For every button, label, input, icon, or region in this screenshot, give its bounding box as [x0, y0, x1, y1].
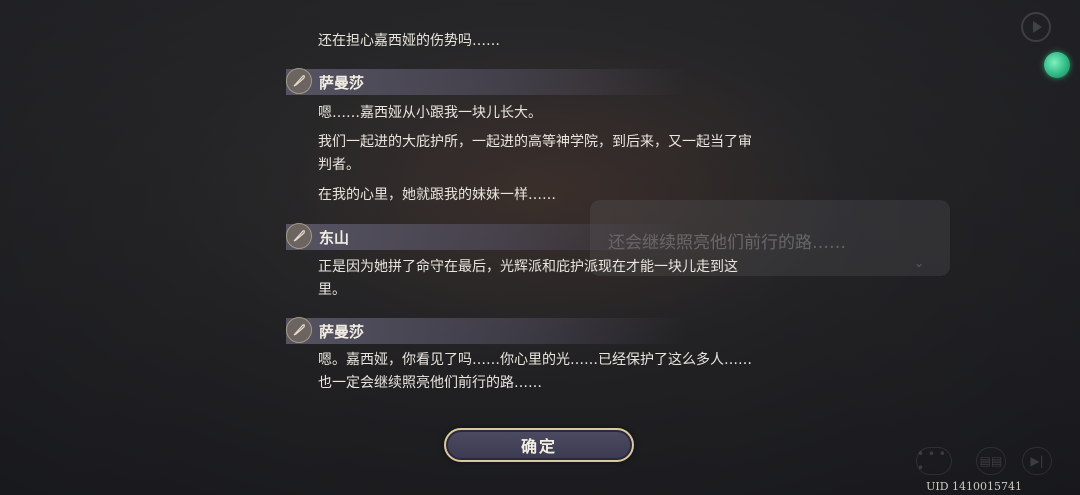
log-line: 在我的心里，她就跟我的妹妹一样……: [318, 187, 556, 203]
log-line: 还在担心嘉西娅的伤势吗……: [318, 33, 500, 49]
quill-icon: [286, 68, 312, 94]
speaker-name: 东山: [319, 229, 350, 247]
uid-label: UID 1410015741: [926, 480, 1022, 493]
log-line: 嗯。嘉西娅，你看见了吗……你心里的光……已经保护了这么多人……也一定会继续照亮他…: [318, 352, 752, 391]
speaker-bar: 萨曼莎: [286, 317, 686, 344]
quill-icon: [286, 223, 312, 249]
log-line: 我们一起进的大庇护所，一起进的高等神学院，到后来，又一起当了审判者。: [318, 134, 752, 173]
log-line: 正是因为她拼了命守在最后，光辉派和庇护派现在才能一块儿走到这里。: [318, 259, 738, 298]
speaker-bar: 东山: [286, 223, 686, 250]
log-line: 嗯……嘉西娅从小跟我一块儿长大。: [318, 105, 542, 121]
speaker-bar: 萨曼莎: [286, 68, 686, 95]
speaker-name: 萨曼莎: [319, 323, 365, 341]
quill-icon: [286, 317, 312, 343]
speaker-name: 萨曼莎: [319, 74, 365, 92]
skip-button[interactable]: ▶|: [1022, 447, 1052, 475]
log-button[interactable]: ▤▤: [976, 447, 1006, 475]
confirm-button[interactable]: 确定: [444, 428, 634, 462]
dialogue-log: 还在担心嘉西娅的伤势吗…… 萨曼莎 嗯……嘉西娅从小跟我一块儿长大。 我们一起进…: [0, 0, 1080, 495]
auto-play-button[interactable]: • • • •: [916, 447, 952, 475]
